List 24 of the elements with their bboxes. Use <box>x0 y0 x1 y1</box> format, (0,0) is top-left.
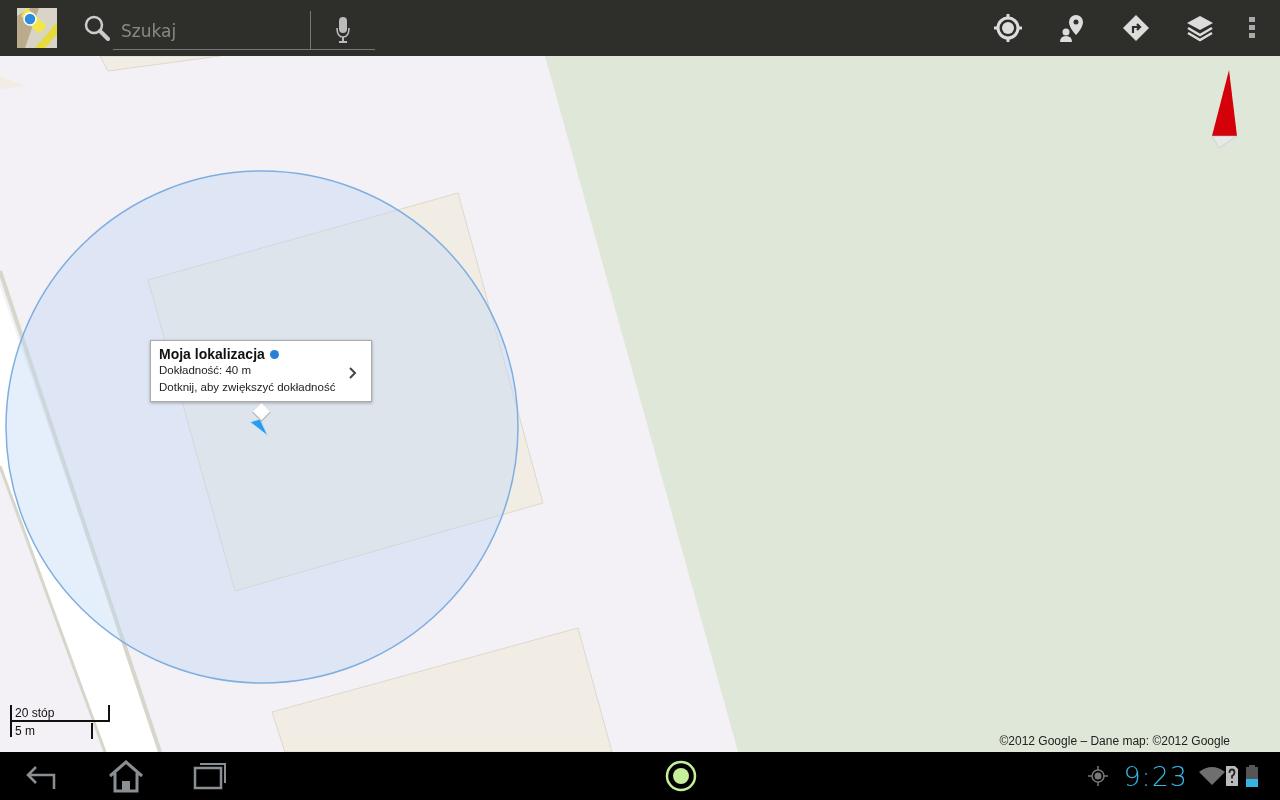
location-arrow-icon <box>249 418 269 437</box>
ring-icon[interactable] <box>663 759 698 793</box>
info-bubble[interactable]: Moja lokalizacja Dokładność: 40 m Dotknij, aby zwiększyć dokładność <box>150 340 372 402</box>
scale-imperial-label: 20 stóp <box>14 705 56 721</box>
battery-icon <box>1246 765 1258 787</box>
sim-unknown-icon <box>1226 766 1238 786</box>
bubble-title: Moja lokalizacja <box>159 346 265 362</box>
clock-time: 9:23 <box>1123 760 1188 792</box>
scale-metric-label: 5 m <box>12 723 93 739</box>
hint-text: Dotknij, aby zwiększyć dokładność <box>159 380 336 395</box>
home-icon[interactable] <box>106 759 146 793</box>
microphone-icon[interactable] <box>310 11 375 50</box>
recent-apps-icon[interactable] <box>192 761 228 791</box>
search-field[interactable]: Szukaj <box>113 12 310 50</box>
wifi-icon <box>1198 766 1226 786</box>
copyright-text: ©2012 Google – Dane map: ©2012 Google <box>999 734 1230 748</box>
chevron-right-icon <box>349 367 357 379</box>
compass-icon[interactable] <box>1211 70 1238 149</box>
gps-icon <box>1087 765 1110 787</box>
my-location-icon[interactable] <box>992 12 1024 44</box>
accuracy-text: Dokładność: 40 m <box>159 363 252 378</box>
location-dot-icon <box>269 349 279 359</box>
search-icon[interactable] <box>83 14 111 42</box>
maps-app-icon[interactable] <box>17 8 57 48</box>
